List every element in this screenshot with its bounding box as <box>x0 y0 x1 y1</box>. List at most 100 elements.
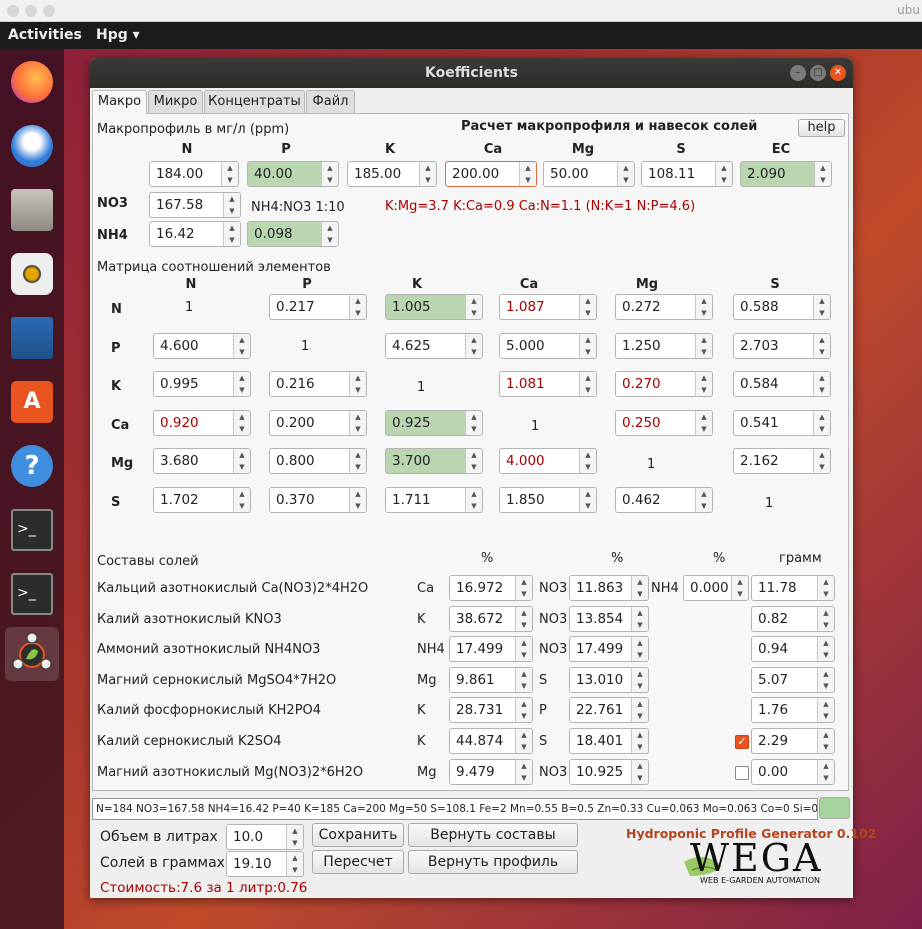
tab-concentrates[interactable]: Концентраты <box>204 90 305 114</box>
spin-arrows-icon[interactable]: ▲ ▼ <box>349 372 366 397</box>
matrix-cell-spinbox[interactable]: 1.087 ▲ ▼ <box>499 294 597 320</box>
matrix-cell-spinbox[interactable]: 0.800 ▲ ▼ <box>269 448 367 475</box>
spin-arrows-icon[interactable]: ▲ ▼ <box>817 698 834 723</box>
spin-arrows-icon[interactable]: ▲ ▼ <box>515 698 532 723</box>
matrix-cell-spinbox[interactable]: 0.584 ▲ ▼ <box>733 371 831 398</box>
spin-arrows-icon[interactable]: ▲ ▼ <box>419 162 436 186</box>
restore-profile-button[interactable]: Вернуть профиль <box>408 850 578 874</box>
matrix-cell-spinbox[interactable]: 1.005 ▲ ▼ <box>385 294 483 320</box>
spin-arrows-icon[interactable]: ▲ ▼ <box>817 576 834 600</box>
k-spinbox[interactable]: 185.00 ▲ ▼ <box>347 161 437 187</box>
matrix-cell-spinbox[interactable]: 0.272 ▲ ▼ <box>615 294 713 320</box>
n-spinbox[interactable]: 184.00 ▲ ▼ <box>149 161 239 187</box>
window-dot[interactable] <box>25 5 37 17</box>
salt-pct-1-spinbox[interactable]: 9.479 ▲ ▼ <box>449 758 533 785</box>
spin-arrows-icon[interactable]: ▲ ▼ <box>233 372 250 397</box>
matrix-cell-spinbox[interactable]: 0.250 ▲ ▼ <box>615 409 713 436</box>
spin-arrows-icon[interactable]: ▲ ▼ <box>579 449 596 474</box>
mg-spinbox[interactable]: 50.00 ▲ ▼ <box>543 161 635 187</box>
salt-pct-1-spinbox[interactable]: 9.861 ▲ ▼ <box>449 666 533 693</box>
spin-arrows-icon[interactable]: ▲ ▼ <box>515 606 532 631</box>
matrix-cell-spinbox[interactable]: 0.995 ▲ ▼ <box>153 371 251 398</box>
tab-micro[interactable]: Микро <box>148 90 203 114</box>
matrix-cell-spinbox[interactable]: 0.541 ▲ ▼ <box>733 409 831 436</box>
spin-arrows-icon[interactable]: ▲ ▼ <box>814 162 831 186</box>
matrix-cell-spinbox[interactable]: 1.081 ▲ ▼ <box>499 371 597 398</box>
matrix-cell-spinbox[interactable]: 4.625 ▲ ▼ <box>385 332 483 359</box>
spin-arrows-icon[interactable]: ▲ ▼ <box>321 162 338 186</box>
terminal-icon[interactable]: >_ <box>5 503 59 557</box>
volume-spinbox[interactable]: 10.0 ▲ ▼ <box>226 824 304 850</box>
spin-arrows-icon[interactable]: ▲ ▼ <box>695 333 712 358</box>
spin-arrows-icon[interactable]: ▲ ▼ <box>631 729 648 753</box>
ec-spinbox[interactable]: 2.090 ▲ ▼ <box>740 161 832 187</box>
matrix-cell-spinbox[interactable]: 1.702 ▲ ▼ <box>153 487 251 513</box>
spin-arrows-icon[interactable]: ▲ ▼ <box>579 333 596 358</box>
spin-arrows-icon[interactable]: ▲ ▼ <box>695 295 712 319</box>
salt-include-checkbox[interactable] <box>735 765 749 780</box>
spin-arrows-icon[interactable]: ▲ ▼ <box>813 410 830 435</box>
apply-status-button[interactable] <box>819 797 850 819</box>
rhythmbox-icon[interactable] <box>5 247 59 301</box>
s-spinbox[interactable]: 108.11 ▲ ▼ <box>641 161 733 187</box>
help-icon[interactable]: ? <box>5 439 59 493</box>
spin-arrows-icon[interactable]: ▲ ▼ <box>515 637 532 662</box>
no3-spinbox[interactable]: 167.58 ▲ ▼ <box>149 192 241 218</box>
spin-arrows-icon[interactable]: ▲ ▼ <box>349 410 366 435</box>
writer-icon[interactable] <box>5 311 59 365</box>
spin-arrows-icon[interactable]: ▲ ▼ <box>515 729 532 753</box>
ratio-spinbox[interactable]: 0.098 ▲ ▼ <box>247 221 339 247</box>
maximize-button[interactable]: ▢ <box>810 65 826 81</box>
salt-pct-2-spinbox[interactable]: 13.854 ▲ ▼ <box>569 605 649 632</box>
matrix-cell-spinbox[interactable]: 0.925 ▲ ▼ <box>385 409 483 436</box>
matrix-cell-spinbox[interactable]: 1.850 ▲ ▼ <box>499 487 597 513</box>
salt-pct-2-spinbox[interactable]: 17.499 ▲ ▼ <box>569 636 649 663</box>
spin-arrows-icon[interactable]: ▲ ▼ <box>715 162 732 186</box>
spin-arrows-icon[interactable]: ▲ ▼ <box>631 698 648 723</box>
tab-macro[interactable]: Макро <box>92 90 147 114</box>
salt-pct-2-spinbox[interactable]: 11.863 ▲ ▼ <box>569 575 649 601</box>
spin-arrows-icon[interactable]: ▲ ▼ <box>731 576 748 600</box>
matrix-cell-spinbox[interactable]: 0.588 ▲ ▼ <box>733 294 831 320</box>
close-button[interactable]: ✕ <box>830 65 846 81</box>
spin-arrows-icon[interactable]: ▲ ▼ <box>813 449 830 474</box>
matrix-cell-spinbox[interactable]: 0.920 ▲ ▼ <box>153 409 251 436</box>
ca-spinbox[interactable]: 200.00 ▲ ▼ <box>445 161 537 187</box>
salt-grams-spinbox[interactable]: 11.78 ▲ ▼ <box>751 575 835 601</box>
npk-app-icon[interactable] <box>5 627 59 681</box>
spin-arrows-icon[interactable]: ▲ ▼ <box>233 449 250 474</box>
thunderbird-icon[interactable] <box>5 119 59 173</box>
spin-arrows-icon[interactable]: ▲ ▼ <box>817 606 834 631</box>
matrix-cell-spinbox[interactable]: 1.711 ▲ ▼ <box>385 487 483 513</box>
spin-arrows-icon[interactable]: ▲ ▼ <box>233 410 250 435</box>
salt-pct-1-spinbox[interactable]: 44.874 ▲ ▼ <box>449 728 533 754</box>
spin-arrows-icon[interactable]: ▲ ▼ <box>817 637 834 662</box>
spin-arrows-icon[interactable]: ▲ ▼ <box>579 295 596 319</box>
spin-arrows-icon[interactable]: ▲ ▼ <box>349 295 366 319</box>
matrix-cell-spinbox[interactable]: 3.700 ▲ ▼ <box>385 448 483 475</box>
spin-arrows-icon[interactable]: ▲ ▼ <box>617 162 634 186</box>
activities-button[interactable]: Activities <box>8 27 82 43</box>
matrix-cell-spinbox[interactable]: 2.703 ▲ ▼ <box>733 332 831 359</box>
spin-arrows-icon[interactable]: ▲ ▼ <box>813 372 830 397</box>
matrix-cell-spinbox[interactable]: 0.200 ▲ ▼ <box>269 409 367 436</box>
spin-arrows-icon[interactable]: ▲ ▼ <box>465 488 482 512</box>
matrix-cell-spinbox[interactable]: 0.462 ▲ ▼ <box>615 487 713 513</box>
salt-include-checkbox[interactable]: ✓ <box>735 735 749 749</box>
matrix-cell-spinbox[interactable]: 0.217 ▲ ▼ <box>269 294 367 320</box>
help-button[interactable]: help <box>798 119 845 137</box>
spin-arrows-icon[interactable]: ▲ ▼ <box>515 759 532 784</box>
recalc-button[interactable]: Пересчет <box>312 850 404 874</box>
window-dot[interactable] <box>43 5 55 17</box>
spin-arrows-icon[interactable]: ▲ ▼ <box>695 488 712 512</box>
matrix-cell-spinbox[interactable]: 0.370 ▲ ▼ <box>269 487 367 513</box>
spin-arrows-icon[interactable]: ▲ ▼ <box>349 449 366 474</box>
window-dot[interactable] <box>7 5 19 17</box>
salt-pct-1-spinbox[interactable]: 17.499 ▲ ▼ <box>449 636 533 663</box>
spin-arrows-icon[interactable]: ▲ ▼ <box>519 162 536 186</box>
spin-arrows-icon[interactable]: ▲ ▼ <box>286 852 303 876</box>
spin-arrows-icon[interactable]: ▲ ▼ <box>579 488 596 512</box>
matrix-cell-spinbox[interactable]: 0.216 ▲ ▼ <box>269 371 367 398</box>
spin-arrows-icon[interactable]: ▲ ▼ <box>695 372 712 397</box>
spin-arrows-icon[interactable]: ▲ ▼ <box>223 222 240 246</box>
